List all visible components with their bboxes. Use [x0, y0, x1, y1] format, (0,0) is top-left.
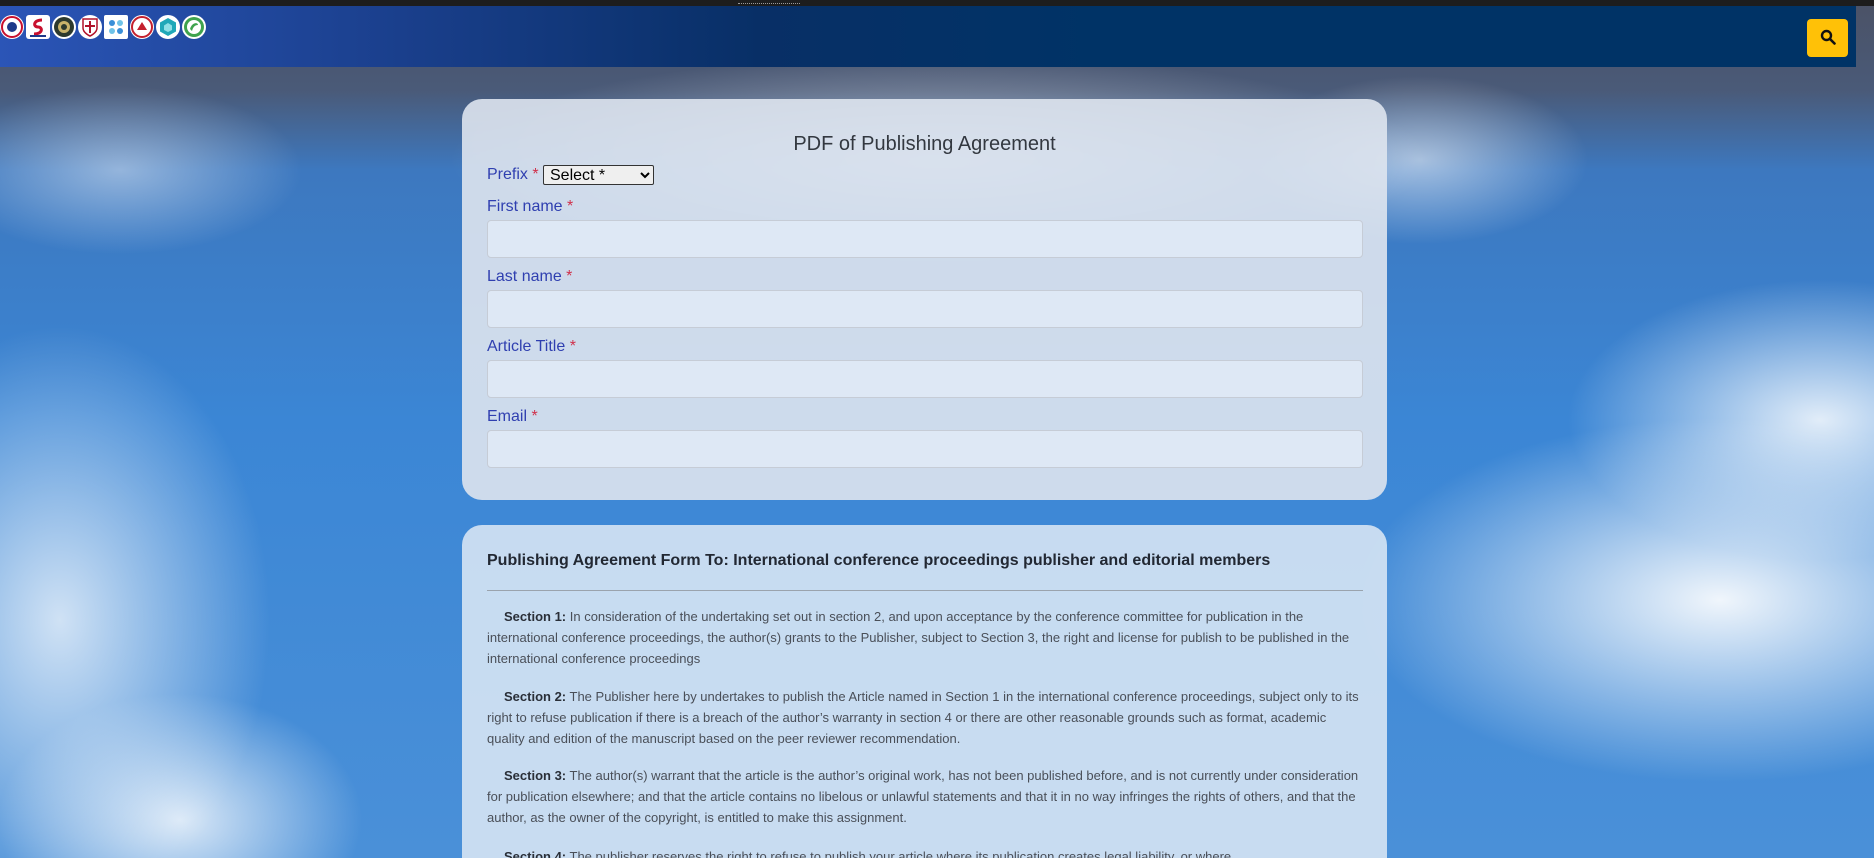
logo-7-icon[interactable]: [156, 15, 180, 39]
required-mark: *: [532, 166, 539, 183]
browser-top-strip: [0, 0, 1874, 6]
last-name-input[interactable]: [487, 290, 1363, 328]
section-heading: Section 3:: [504, 768, 567, 783]
email-label-text: Email: [487, 408, 528, 425]
article-title-label: Article Title *: [487, 338, 576, 356]
prefix-label: Prefix *: [487, 166, 539, 184]
email-label: Email *: [487, 408, 538, 426]
agreement-section-1: Section 1: In consideration of the under…: [487, 606, 1363, 669]
required-mark: *: [566, 268, 573, 285]
search-button[interactable]: [1807, 19, 1848, 57]
section-text: The Publisher here by undertakes to publ…: [487, 689, 1359, 746]
logo-8-icon[interactable]: [182, 15, 206, 39]
top-strip-marker: [738, 0, 800, 4]
logo-3-icon[interactable]: [52, 15, 76, 39]
required-mark: *: [567, 198, 574, 215]
agreement-text-card: Publishing Agreement Form To: Internatio…: [462, 525, 1387, 858]
agreement-section-4: Section 4: The publisher reserves the ri…: [487, 846, 1363, 858]
first-name-label: First name *: [487, 198, 573, 216]
section-text: In consideration of the undertaking set …: [487, 609, 1350, 666]
agreement-title: Publishing Agreement Form To: Internatio…: [487, 552, 1271, 569]
required-mark: *: [569, 338, 576, 355]
article-title-input[interactable]: [487, 360, 1363, 398]
logo-6-icon[interactable]: [130, 15, 154, 39]
section-text: The publisher reserves the right to refu…: [569, 849, 1232, 858]
prefix-label-text: Prefix: [487, 166, 528, 183]
first-name-label-text: First name: [487, 198, 563, 215]
section-heading: Section 2:: [504, 689, 567, 704]
section-heading: Section 1:: [504, 609, 567, 624]
agreement-section-2: Section 2: The Publisher here by underta…: [487, 686, 1363, 749]
logo-5-icon[interactable]: [104, 15, 128, 39]
last-name-label-text: Last name: [487, 268, 562, 285]
last-name-label: Last name *: [487, 268, 572, 286]
prefix-select[interactable]: Select *: [543, 165, 654, 185]
top-navbar: [0, 6, 1856, 67]
first-name-input[interactable]: [487, 220, 1363, 258]
agreement-divider: [487, 590, 1363, 591]
logo-4-icon[interactable]: [78, 15, 102, 39]
partner-logos: [0, 15, 206, 43]
section-heading: Section 4:: [504, 849, 567, 858]
required-mark: *: [531, 408, 538, 425]
logo-1-icon[interactable]: [0, 15, 24, 39]
form-title: PDF of Publishing Agreement: [793, 133, 1056, 155]
search-icon: [1820, 29, 1836, 48]
email-input[interactable]: [487, 430, 1363, 468]
agreement-section-3: Section 3: The author(s) warrant that th…: [487, 765, 1363, 828]
logo-2-icon[interactable]: [26, 15, 50, 39]
article-title-label-text: Article Title: [487, 338, 566, 355]
section-text: The author(s) warrant that the article i…: [487, 768, 1359, 825]
